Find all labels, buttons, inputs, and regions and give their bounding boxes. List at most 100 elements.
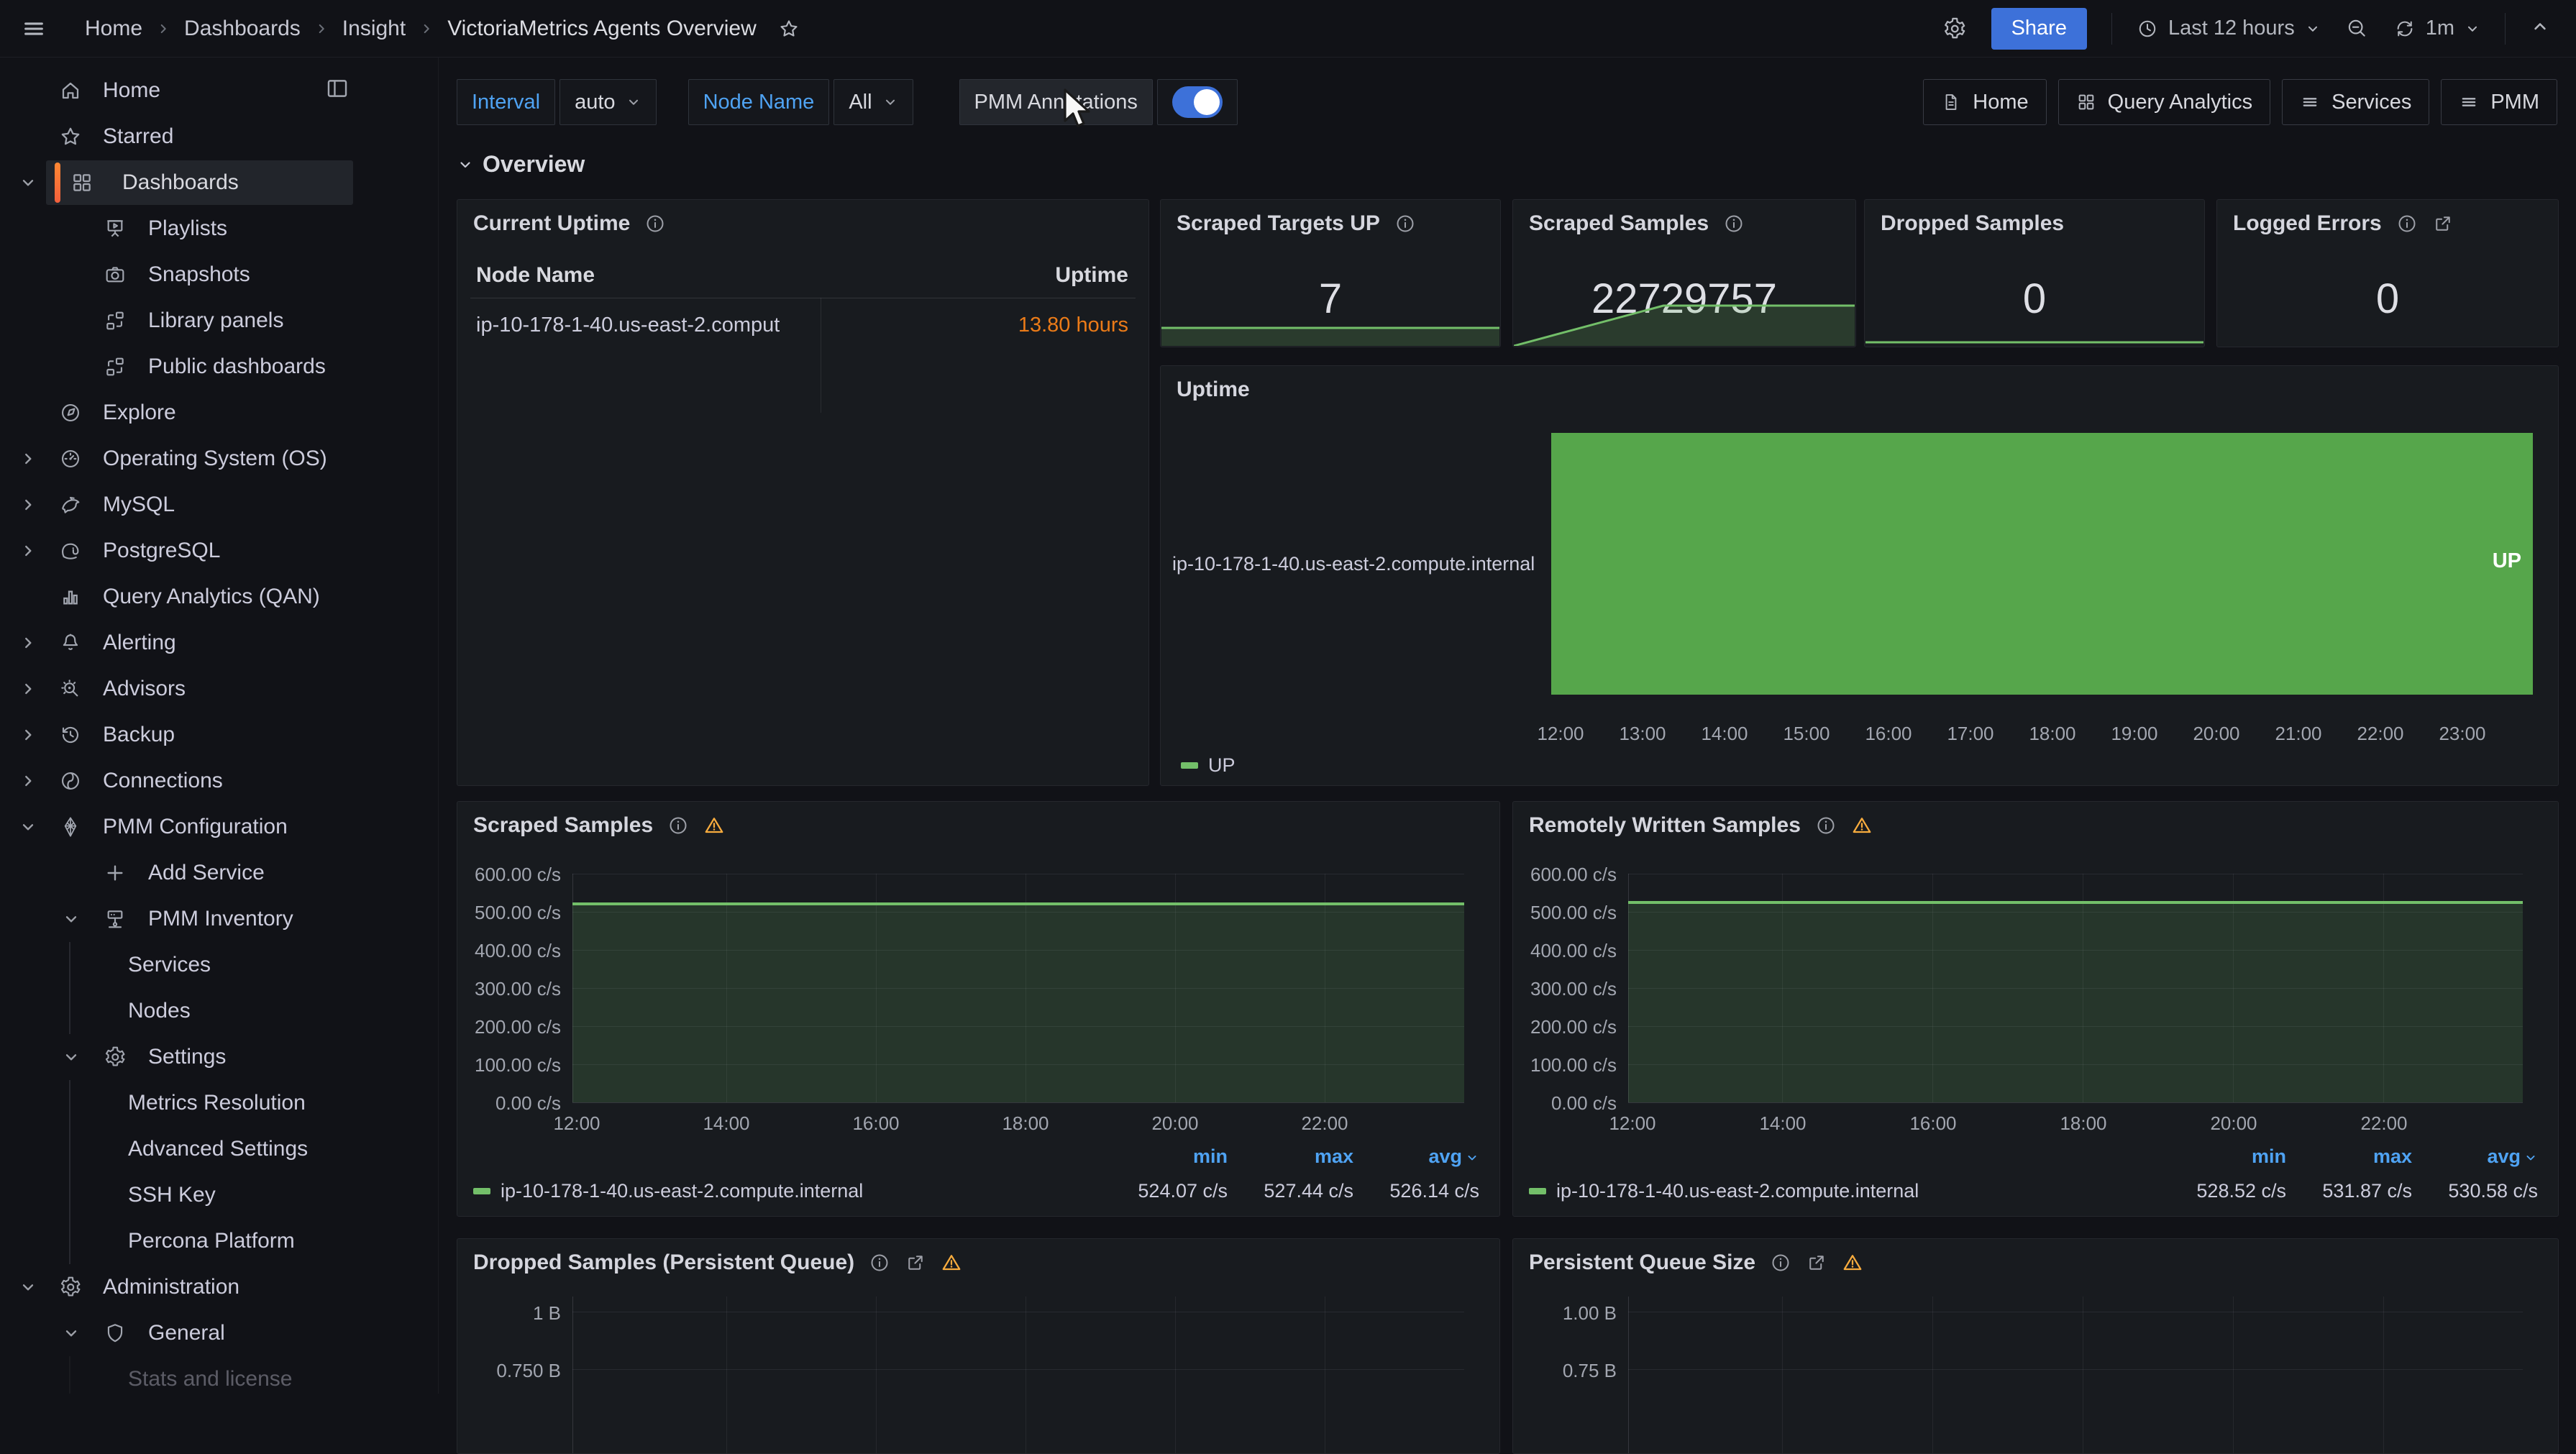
- panel-title[interactable]: Scraped Samples: [1529, 211, 1745, 236]
- sidebar-item-dashboards[interactable]: Dashboards: [0, 160, 438, 206]
- breadcrumb-dashboards[interactable]: Dashboards: [184, 17, 301, 41]
- chevron-down-icon[interactable]: [62, 1048, 81, 1066]
- sidebar-item-nodes[interactable]: Nodes: [0, 988, 438, 1034]
- sidebar-item-stats-and-license[interactable]: Stats and license: [0, 1356, 438, 1394]
- legend-sort-min[interactable]: min: [1102, 1146, 1228, 1168]
- overview-section-header[interactable]: Overview: [457, 151, 585, 178]
- column-header-node-name[interactable]: Node Name: [476, 263, 595, 288]
- chevron-right-icon[interactable]: [19, 449, 37, 468]
- info-icon[interactable]: [1723, 213, 1745, 234]
- zoom-out-time-icon[interactable]: [2345, 17, 2370, 41]
- pmm-link-button[interactable]: PMM: [2441, 79, 2557, 125]
- sidebar-item-administration[interactable]: Administration: [0, 1264, 438, 1310]
- legend-sort-max[interactable]: max: [1228, 1146, 1353, 1168]
- sidebar-item-settings[interactable]: Settings: [0, 1034, 438, 1080]
- legend-series-name[interactable]: ip-10-178-1-40.us-east-2.compute.interna…: [501, 1180, 863, 1202]
- panel-title[interactable]: Scraped Samples: [473, 813, 725, 838]
- panel-title[interactable]: Dropped Samples (Persistent Queue): [473, 1250, 962, 1275]
- sidebar-item-snapshots[interactable]: Snapshots: [0, 252, 438, 298]
- external-link-icon[interactable]: [2432, 213, 2454, 234]
- legend-sort-max[interactable]: max: [2286, 1146, 2412, 1168]
- table-cell-node-name[interactable]: ip-10-178-1-40.us-east-2.comput: [476, 314, 780, 337]
- sidebar-item-query-analytics[interactable]: Query Analytics (QAN): [0, 574, 438, 620]
- sidebar-item-percona-platform[interactable]: Percona Platform: [0, 1218, 438, 1264]
- sidebar-item-explore[interactable]: Explore: [0, 390, 438, 436]
- sidebar-item-operating-system[interactable]: Operating System (OS): [0, 436, 438, 482]
- panel-title[interactable]: Remotely Written Samples: [1529, 813, 1873, 838]
- sidebar-item-home[interactable]: Home: [0, 68, 438, 114]
- node-name-variable-select[interactable]: All: [833, 79, 913, 125]
- breadcrumb-insight[interactable]: Insight: [342, 17, 406, 41]
- sidebar-item-library-panels[interactable]: Library panels: [0, 298, 438, 344]
- chevron-right-icon[interactable]: [19, 726, 37, 744]
- external-link-icon[interactable]: [1806, 1252, 1827, 1274]
- sidebar-item-pmm-configuration[interactable]: PMM Configuration: [0, 804, 438, 850]
- info-icon[interactable]: [667, 815, 689, 836]
- chevron-down-icon[interactable]: [19, 1278, 37, 1297]
- info-icon[interactable]: [1770, 1252, 1791, 1274]
- uptime-state-bar[interactable]: UP: [1551, 433, 2533, 695]
- legend-row[interactable]: UP: [1181, 754, 2538, 777]
- external-link-icon[interactable]: [905, 1252, 926, 1274]
- warning-icon[interactable]: [941, 1252, 962, 1274]
- chevron-down-icon[interactable]: [19, 173, 37, 192]
- legend-sort-min[interactable]: min: [2160, 1146, 2286, 1168]
- info-icon[interactable]: [2396, 213, 2418, 234]
- legend-sort-avg[interactable]: avg: [1353, 1146, 1479, 1168]
- chevron-down-icon[interactable]: [19, 818, 37, 836]
- services-link-button[interactable]: Services: [2282, 79, 2429, 125]
- refresh-picker[interactable]: 1m: [2394, 17, 2480, 40]
- warning-icon[interactable]: [1842, 1252, 1863, 1274]
- toggle-pill[interactable]: [1172, 86, 1223, 118]
- legend-series-name[interactable]: ip-10-178-1-40.us-east-2.compute.interna…: [1556, 1180, 1919, 1202]
- chevron-right-icon[interactable]: [19, 495, 37, 514]
- panel-title[interactable]: Uptime: [1177, 378, 1250, 402]
- sidebar-item-advanced-settings[interactable]: Advanced Settings: [0, 1126, 438, 1172]
- info-icon[interactable]: [1394, 213, 1416, 234]
- chevron-down-icon[interactable]: [62, 910, 81, 928]
- hamburger-menu-icon[interactable]: [22, 17, 46, 41]
- panel-title[interactable]: Current Uptime: [473, 211, 666, 236]
- pmm-annotations-toggle[interactable]: [1157, 79, 1238, 125]
- query-analytics-link-button[interactable]: Query Analytics: [2058, 79, 2270, 125]
- time-range-picker[interactable]: Last 12 hours: [2137, 17, 2321, 40]
- sidebar-item-playlists[interactable]: Playlists: [0, 206, 438, 252]
- sidebar-item-advisors[interactable]: Advisors: [0, 666, 438, 712]
- sidebar-item-metrics-resolution[interactable]: Metrics Resolution: [0, 1080, 438, 1126]
- sidebar-item-starred[interactable]: Starred: [0, 114, 438, 160]
- postgresql-elephant-chevron-icon[interactable]: [19, 541, 37, 560]
- column-header-uptime[interactable]: Uptime: [1055, 263, 1128, 288]
- panel-title[interactable]: Scraped Targets UP: [1177, 211, 1416, 236]
- kiosk-caret-up-icon[interactable]: [2530, 17, 2554, 41]
- sidebar-item-public-dashboards[interactable]: Public dashboards: [0, 344, 438, 390]
- sidebar-item-ssh-key[interactable]: SSH Key: [0, 1172, 438, 1218]
- share-button[interactable]: Share: [1991, 8, 2087, 50]
- warning-icon[interactable]: [703, 815, 725, 836]
- chevron-down-icon[interactable]: [62, 1324, 81, 1343]
- sidebar-item-backup[interactable]: Backup: [0, 712, 438, 758]
- chevron-right-icon[interactable]: [19, 634, 37, 652]
- sidebar-item-connections[interactable]: Connections: [0, 758, 438, 804]
- panel-title[interactable]: Persistent Queue Size: [1529, 1250, 1863, 1275]
- info-icon[interactable]: [869, 1252, 890, 1274]
- breadcrumb-home[interactable]: Home: [85, 17, 142, 41]
- sidebar-item-pmm-inventory[interactable]: PMM Inventory: [0, 896, 438, 942]
- chevron-right-icon[interactable]: [19, 680, 37, 698]
- warning-icon[interactable]: [1851, 815, 1873, 836]
- panel-title[interactable]: Logged Errors: [2233, 211, 2454, 236]
- chevron-right-icon[interactable]: [19, 772, 37, 790]
- sidebar-item-postgresql[interactable]: PostgreSQL: [0, 528, 438, 574]
- star-favorite-icon[interactable]: [778, 18, 800, 40]
- info-icon[interactable]: [644, 213, 666, 234]
- sidebar-item-mysql[interactable]: MySQL: [0, 482, 438, 528]
- dashboard-settings-gear-icon[interactable]: [1942, 17, 1967, 41]
- sidebar-item-general[interactable]: General: [0, 1310, 438, 1356]
- sidebar-item-services[interactable]: Services: [0, 942, 438, 988]
- info-icon[interactable]: [1815, 815, 1837, 836]
- sidebar-item-alerting[interactable]: Alerting: [0, 620, 438, 666]
- panel-title[interactable]: Dropped Samples: [1881, 211, 2064, 236]
- interval-variable-select[interactable]: auto: [559, 79, 656, 125]
- sidebar-item-add-service[interactable]: Add Service: [0, 850, 438, 896]
- home-link-button[interactable]: Home: [1923, 79, 2046, 125]
- legend-sort-avg[interactable]: avg: [2412, 1146, 2538, 1168]
